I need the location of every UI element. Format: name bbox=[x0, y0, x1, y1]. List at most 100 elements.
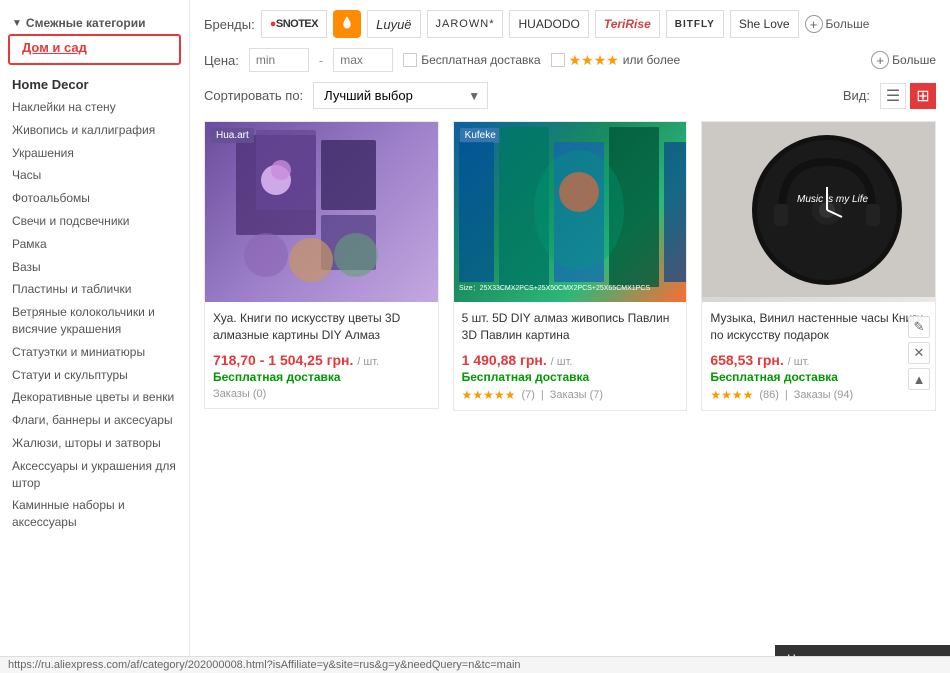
brands-more-button[interactable]: + Больше bbox=[805, 15, 870, 33]
sidebar-item-14[interactable]: Жалюзи, шторы и затворы bbox=[0, 432, 189, 455]
product-3-artwork: Music is my Life bbox=[702, 122, 935, 297]
brand-luyue[interactable]: Luyuë bbox=[367, 10, 420, 38]
svg-text:Size：25X33CMX2PCS+25X50CMX2PCS: Size：25X33CMX2PCS+25X50CMX2PCS+25X65CMX1… bbox=[459, 285, 650, 292]
sidebar-item-16[interactable]: Каминные наборы и аксессуары bbox=[0, 494, 189, 534]
grid-view-button[interactable]: ⊞ bbox=[910, 83, 936, 109]
brand-teririse[interactable]: TeriRise bbox=[595, 10, 660, 38]
product-2-reviews: (7) bbox=[521, 389, 534, 401]
sidebar-item-10[interactable]: Статуэтки и миниатюры bbox=[0, 341, 189, 364]
sidebar-item-13[interactable]: Флаги, баннеры и аксесуары bbox=[0, 409, 189, 432]
stars-label: или более bbox=[623, 53, 680, 67]
product-3-orders: Заказы (94) bbox=[794, 389, 853, 401]
product-card-3: Music is my Life Музыка, Винил настенные… bbox=[701, 121, 936, 411]
main-content: Бренды: ●SNOTEX Luyuë JAROWN* HUADODO Te… bbox=[190, 0, 950, 673]
card-edit-button[interactable]: ✎ bbox=[908, 316, 930, 338]
product-1-meta: Заказы (0) bbox=[213, 388, 430, 400]
product-3-image: Music is my Life bbox=[702, 122, 935, 302]
product-card-1: Hua.art bbox=[204, 121, 439, 411]
card-close-button[interactable]: ✕ bbox=[908, 342, 930, 364]
sidebar-item-15[interactable]: Аксессуары и украшения для штор bbox=[0, 455, 189, 495]
sidebar-item-4[interactable]: Фотоальбомы bbox=[0, 187, 189, 210]
brands-label: Бренды: bbox=[204, 17, 255, 32]
sidebar-item-8[interactable]: Пластины и таблички bbox=[0, 278, 189, 301]
products-grid: Hua.art bbox=[204, 121, 936, 411]
sidebar-header: Смежные категории bbox=[0, 10, 189, 34]
grid-view-icon: ⊞ bbox=[916, 86, 929, 106]
price-label: Цена: bbox=[204, 53, 239, 68]
sidebar-item-5[interactable]: Свечи и подсвечники bbox=[0, 210, 189, 233]
stars-filter-container[interactable]: ★★★★ или более bbox=[551, 52, 681, 69]
product-3[interactable]: Music is my Life Музыка, Винил настенные… bbox=[701, 121, 936, 411]
view-label: Вид: bbox=[843, 88, 870, 103]
sidebar-item-1[interactable]: Живопись и каллиграфия bbox=[0, 119, 189, 142]
sidebar-item-11[interactable]: Статуи и скульптуры bbox=[0, 364, 189, 387]
brand-orange-icon[interactable] bbox=[333, 10, 361, 38]
product-1-info: Хуа. Книги по искусству цветы 3D алмазны… bbox=[205, 302, 438, 408]
card-up-button[interactable]: ▲ bbox=[908, 368, 930, 390]
filter-plus-icon: + bbox=[871, 51, 889, 69]
sort-row: Сортировать по: Лучший выбор Цена: по во… bbox=[204, 82, 936, 109]
product-1-badge: Hua.art bbox=[211, 128, 254, 143]
brand-bsnotex[interactable]: ●SNOTEX bbox=[261, 10, 327, 38]
product-1-image: Hua.art bbox=[205, 122, 438, 302]
product-3-price: 658,53 грн. / шт. bbox=[710, 352, 927, 368]
brand-bitfly[interactable]: BITFLY bbox=[666, 10, 724, 38]
sidebar-item-9[interactable]: Ветряные колокольчики и висячие украшени… bbox=[0, 301, 189, 341]
status-bar-url: https://ru.aliexpress.com/af/category/20… bbox=[8, 659, 521, 671]
brands-more-label: Больше bbox=[826, 17, 870, 31]
list-view-button[interactable]: ☰ bbox=[880, 83, 906, 109]
product-3-title: Музыка, Винил настенные часы Книги по ис… bbox=[710, 310, 927, 346]
product-2-info: 5 шт. 5D DIY алмаз живопись Павлин 3D Па… bbox=[454, 302, 687, 410]
free-delivery-filter[interactable]: Бесплатная доставка bbox=[403, 53, 540, 67]
sidebar-item-7[interactable]: Вазы bbox=[0, 256, 189, 279]
filter-more-label: Больше bbox=[892, 53, 936, 67]
brand-shelove[interactable]: She Love bbox=[730, 10, 799, 38]
plus-circle-icon: + bbox=[805, 15, 823, 33]
product-3-delivery: Бесплатная доставка bbox=[710, 370, 927, 384]
status-bar: https://ru.aliexpress.com/af/category/20… bbox=[0, 656, 950, 673]
sidebar-main-link[interactable]: Дом и сад bbox=[8, 34, 181, 65]
product-3-reviews: (86) bbox=[759, 389, 779, 401]
sort-select[interactable]: Лучший выбор Цена: по возрастанию Цена: … bbox=[313, 82, 488, 109]
product-1-orders: Заказы (0) bbox=[213, 388, 266, 400]
price-max-input[interactable] bbox=[333, 48, 393, 72]
product-3-stars: ★★★★ bbox=[710, 388, 753, 402]
product-1-title: Хуа. Книги по искусству цветы 3D алмазны… bbox=[213, 310, 430, 346]
free-delivery-label: Бесплатная доставка bbox=[421, 53, 540, 67]
product-2-image: Kufeke Size：25X33CMX2PCS+25X50CMX2PCS+ bbox=[454, 122, 687, 302]
free-delivery-checkbox[interactable] bbox=[403, 53, 417, 67]
brand-huadodo[interactable]: HUADODO bbox=[509, 10, 588, 38]
price-dash: - bbox=[319, 53, 323, 68]
sidebar-item-3[interactable]: Часы bbox=[0, 164, 189, 187]
sidebar-related-label: Смежные категории bbox=[26, 16, 146, 30]
product-2-delivery: Бесплатная доставка bbox=[462, 370, 679, 384]
product-3-info: Музыка, Винил настенные часы Книги по ис… bbox=[702, 302, 935, 410]
flame-icon bbox=[338, 15, 356, 33]
stars-checkbox[interactable] bbox=[551, 53, 565, 67]
brands-row: Бренды: ●SNOTEX Luyuë JAROWN* HUADODO Te… bbox=[204, 10, 936, 38]
product-1-delivery: Бесплатная доставка bbox=[213, 370, 430, 384]
product-2-price: 1 490,88 грн. / шт. bbox=[462, 352, 679, 368]
sort-wrapper: Лучший выбор Цена: по возрастанию Цена: … bbox=[313, 82, 488, 109]
product-2-stars: ★★★★★ bbox=[462, 388, 516, 402]
sidebar-item-2[interactable]: Украшения bbox=[0, 142, 189, 165]
price-row: Цена: - Бесплатная доставка ★★★★ или бол… bbox=[204, 48, 936, 72]
product-1-price: 718,70 - 1 504,25 грн. / шт. bbox=[213, 352, 430, 368]
product-2[interactable]: Kufeke Size：25X33CMX2PCS+25X50CMX2PCS+ bbox=[453, 121, 688, 411]
price-min-input[interactable] bbox=[249, 48, 309, 72]
sidebar-item-12[interactable]: Декоративные цветы и венки bbox=[0, 386, 189, 409]
sidebar: Смежные категории Дом и сад Home Decor Н… bbox=[0, 0, 190, 673]
product-3-meta: ★★★★ (86) | Заказы (94) bbox=[710, 388, 927, 402]
product-2-artwork: Size：25X33CMX2PCS+25X50CMX2PCS+25X65CMX1… bbox=[454, 122, 687, 297]
product-1[interactable]: Hua.art bbox=[204, 121, 439, 409]
product-2-meta: ★★★★★ (7) | Заказы (7) bbox=[462, 388, 679, 402]
product-2-title: 5 шт. 5D DIY алмаз живопись Павлин 3D Па… bbox=[462, 310, 679, 346]
sidebar-item-6[interactable]: Рамка bbox=[0, 233, 189, 256]
filter-more-button[interactable]: + Больше bbox=[871, 51, 936, 69]
product-card-2: Kufeke Size：25X33CMX2PCS+25X50CMX2PCS+ bbox=[453, 121, 688, 411]
brand-jarown[interactable]: JAROWN* bbox=[427, 10, 504, 38]
sidebar-item-0[interactable]: Наклейки на стену bbox=[0, 96, 189, 119]
list-view-icon: ☰ bbox=[886, 86, 900, 106]
view-icons: ☰ ⊞ bbox=[880, 83, 936, 109]
sort-label: Сортировать по: bbox=[204, 88, 303, 103]
